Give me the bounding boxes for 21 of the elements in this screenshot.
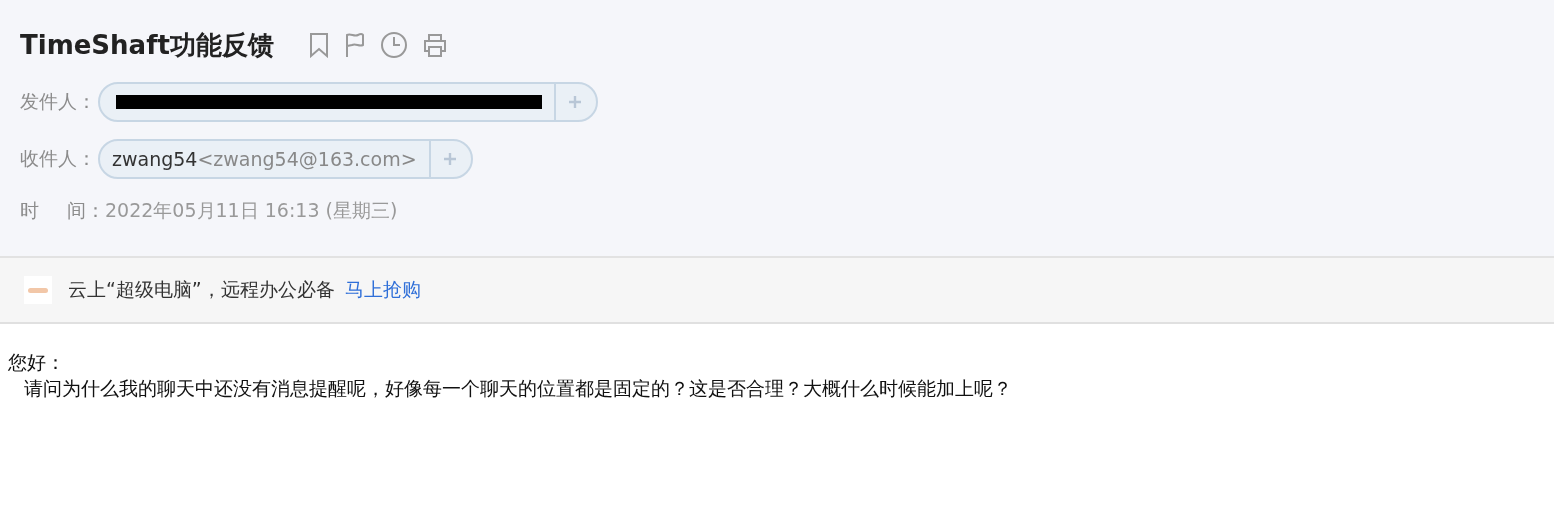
email-subject: TimeShaft功能反馈 [20, 28, 274, 62]
print-icon[interactable] [421, 32, 448, 58]
bookmark-icon[interactable] [307, 32, 330, 58]
message-text: 请问为什么我的聊天中还没有消息提醒呢，好像每一个聊天的位置都是固定的？这是否合理？大概什么时候能加上呢？ [23, 376, 1013, 401]
sender-label: 发件人： [20, 89, 96, 114]
sender-chip[interactable] [98, 82, 598, 122]
ad-text: 云上“超级电脑”，远程办公必备 [68, 277, 335, 302]
flag-icon[interactable] [343, 32, 366, 58]
ad-thumbnail-icon [24, 276, 52, 304]
add-icon[interactable] [442, 152, 457, 166]
recipient-name: zwang54 [112, 148, 198, 170]
sent-time: 2022年05月11日 16:13 (星期三) [105, 198, 398, 223]
time-label: 时 [20, 198, 39, 223]
buy-now-link[interactable]: 马上抢购 [344, 277, 421, 303]
recipient-address: <zwang54@163.com> [197, 148, 417, 170]
add-icon[interactable] [568, 95, 582, 109]
recipient-chip[interactable]: zwang54<zwang54@163.com> [98, 139, 473, 179]
recipient-label: 收件人： [20, 146, 96, 171]
clock-icon[interactable] [379, 31, 408, 59]
message-text: 您好： [8, 350, 66, 375]
time-label: 间： [67, 198, 105, 223]
